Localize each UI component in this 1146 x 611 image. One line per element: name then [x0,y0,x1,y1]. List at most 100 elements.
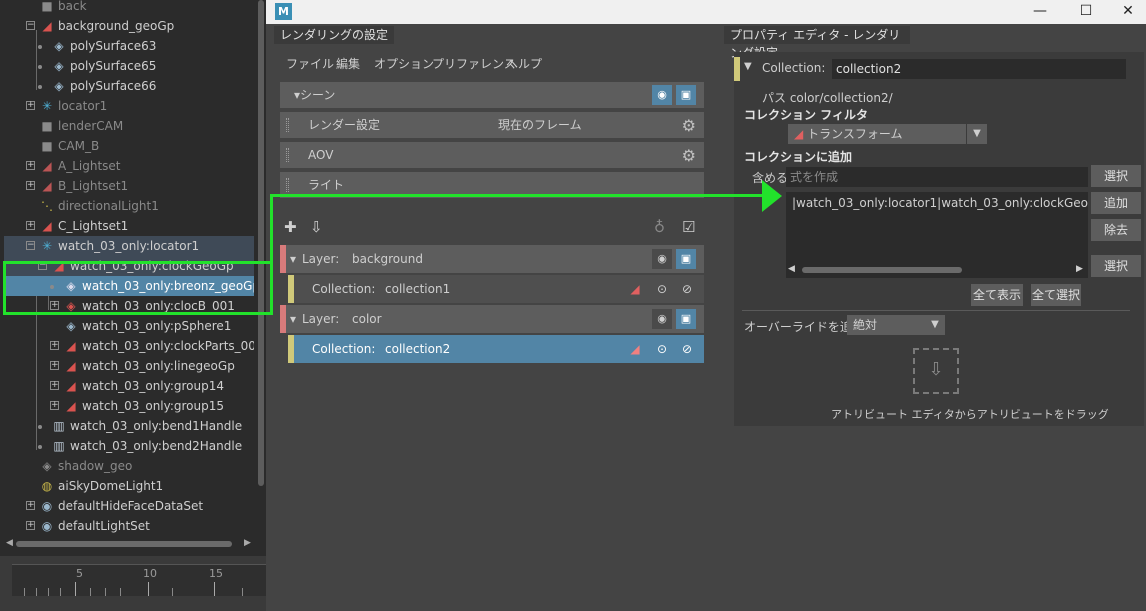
layer-row-background[interactable]: ▾ Layer: background ◉ ▣ [280,245,704,273]
minimize-button[interactable]: — [1020,0,1060,24]
render-icon[interactable]: ▣ [676,85,696,105]
outliner-item[interactable]: + ◢ watch_03_only:clockParts_00 [4,336,254,356]
drag-handle[interactable] [286,118,289,132]
expand-arrow-icon[interactable]: ▾ [290,305,296,333]
expand-arrow-icon[interactable]: ▾ [290,245,296,273]
render-icon[interactable]: ▣ [676,249,696,269]
outliner-item[interactable]: + ◢ watch_03_only:group14 [4,376,254,396]
disable-icon[interactable]: ⊘ [678,340,696,358]
menu-help[interactable]: ヘルプ [506,55,542,72]
scrollbar-thumb[interactable] [16,541,232,547]
gear-icon[interactable]: ⚙ [682,146,696,165]
scroll-right-icon[interactable]: ▶ [1076,264,1083,274]
outliner-item[interactable]: ■ CAM_B [4,136,254,156]
render-icon[interactable]: ▣ [676,309,696,329]
outliner-item[interactable]: + ◢ B_Lightset1 [4,176,254,196]
outliner-item[interactable]: ▥ watch_03_only:bend2Handle [4,436,254,456]
render-setup-tab[interactable]: レンダリングの設定 [274,26,395,44]
chevron-down-icon[interactable]: ▼ [925,315,945,335]
eye-icon[interactable]: ◉ [652,85,672,105]
maximize-button[interactable]: ☐ [1066,0,1106,24]
menu-file[interactable]: ファイル [286,55,334,72]
scroll-right-icon[interactable]: ▶ [244,538,251,548]
isolate-icon[interactable]: ⊙ [653,280,671,298]
check-list-icon[interactable]: ☑ [682,218,695,236]
outliner-item[interactable]: + ◉ defaultLightSet [4,516,254,536]
eye-icon[interactable]: ◉ [652,309,672,329]
outliner-item[interactable]: ⋱ directionalLight1 [4,196,254,216]
chevron-down-icon[interactable]: ▼ [967,124,987,144]
outliner-item[interactable]: ◈ watch_03_only:pSphere1 [4,316,254,336]
menu-options[interactable]: オプション [374,55,434,72]
gear-icon[interactable]: ⚙ [682,116,696,135]
collection-name-field[interactable]: collection2 [832,59,1126,79]
outliner-item[interactable]: + ◢ watch_03_only:linegeoGp [4,356,254,376]
scroll-left-icon[interactable]: ◀ [788,264,795,274]
timeline-ruler[interactable]: 5 10 15 [12,564,266,596]
outliner-item[interactable]: ◈ polySurface63 [4,36,254,56]
remove-button[interactable]: 除去 [1091,219,1141,241]
expand-toggle[interactable]: + [50,341,59,350]
override-type-dropdown[interactable]: 絶対 [847,315,925,335]
select-all-button[interactable]: 全て選択 [1031,284,1081,306]
disable-icon[interactable]: ⊘ [678,280,696,298]
outliner-item[interactable]: + ◉ defaultHideFaceDataSet [4,496,254,516]
collapse-toggle[interactable]: − [26,21,35,30]
expression-input[interactable]: 式を作成 [786,167,1088,187]
collection-row-collection2[interactable]: Collection: collection2 ◢ ⊙ ⊘ [288,335,704,363]
expand-toggle[interactable]: + [26,221,35,230]
outliner-item[interactable]: ■ lenderCAM [4,116,254,136]
collection-row-collection1[interactable]: Collection: collection1 ◢ ⊙ ⊘ [288,275,704,303]
render-settings-row[interactable]: レンダー設定 現在のフレーム ⚙ [280,112,704,138]
outliner-item[interactable]: − ✳ watch_03_only:locator1 [4,236,254,256]
outliner-item[interactable]: ◈ polySurface66 [4,76,254,96]
outliner-item[interactable]: ◈ polySurface65 [4,56,254,76]
outliner-item[interactable]: + ◢ A_Lightset [4,156,254,176]
select-button-2[interactable]: 選択 [1091,255,1141,277]
add-layer-icon[interactable]: ✚ [284,218,297,236]
outliner-item[interactable]: + ◢ C_Lightset1 [4,216,254,236]
drag-handle[interactable] [286,148,289,162]
expand-toggle[interactable]: + [50,381,59,390]
member-horizontal-scrollbar[interactable]: ◀ ▶ [786,264,1088,276]
collapse-arrow-icon[interactable]: ▼ [744,61,752,72]
aov-row[interactable]: AOV ⚙ [280,142,704,168]
expand-toggle[interactable]: + [50,401,59,410]
add-button[interactable]: 追加 [1091,192,1141,214]
outliner-item[interactable]: + ◢ watch_03_only:group15 [4,396,254,416]
outliner-item[interactable]: ◍ aiSkyDomeLight1 [4,476,254,496]
collection-filter-dropdown[interactable]: ◢ トランスフォーム [788,124,966,144]
outliner-horizontal-scrollbar[interactable]: ◀ ▶ [4,538,256,550]
outliner-item[interactable]: ■ back [4,0,254,16]
scroll-left-icon[interactable]: ◀ [6,538,13,548]
drop-target-icon[interactable]: ⇩ [913,348,959,394]
expand-toggle[interactable]: + [26,161,35,170]
drag-handle[interactable] [286,178,289,192]
scrollbar-thumb[interactable] [802,267,962,273]
bulb-icon[interactable]: ♁ [654,218,665,236]
expand-toggle[interactable]: + [26,501,35,510]
scene-section[interactable]: ▾シーン ◉ ▣ [280,82,704,108]
expand-toggle[interactable]: + [26,181,35,190]
import-icon[interactable]: ⇩ [310,218,323,236]
expand-toggle[interactable]: + [26,101,35,110]
expand-toggle[interactable]: + [50,361,59,370]
outliner-item[interactable]: ▥ watch_03_only:bend1Handle [4,416,254,436]
eye-icon[interactable]: ◉ [652,249,672,269]
isolate-icon[interactable]: ⊙ [653,340,671,358]
menu-edit[interactable]: 編集 [336,55,360,72]
expand-toggle[interactable]: + [26,521,35,530]
property-editor-tab[interactable]: プロパティ エディタ - レンダリング設定 [724,26,910,60]
outliner-item[interactable]: − ◢ background_geoGp [4,16,254,36]
menu-preferences[interactable]: プリファレンス [432,55,516,72]
collapse-toggle[interactable]: − [26,241,35,250]
close-button[interactable]: ✕ [1108,0,1146,24]
timeline[interactable]: 5 10 15 [0,556,266,611]
member-list[interactable]: |watch_03_only:locator1|watch_03_only:cl… [786,192,1088,278]
show-all-button[interactable]: 全て表示 [971,284,1023,306]
select-button[interactable]: 選択 [1091,165,1141,187]
outliner-item[interactable]: ◈ shadow_geo [4,456,254,476]
scrollbar-thumb[interactable] [258,0,264,486]
outliner-item[interactable]: + ✳ locator1 [4,96,254,116]
layer-row-color[interactable]: ▾ Layer: color ◉ ▣ [280,305,704,333]
